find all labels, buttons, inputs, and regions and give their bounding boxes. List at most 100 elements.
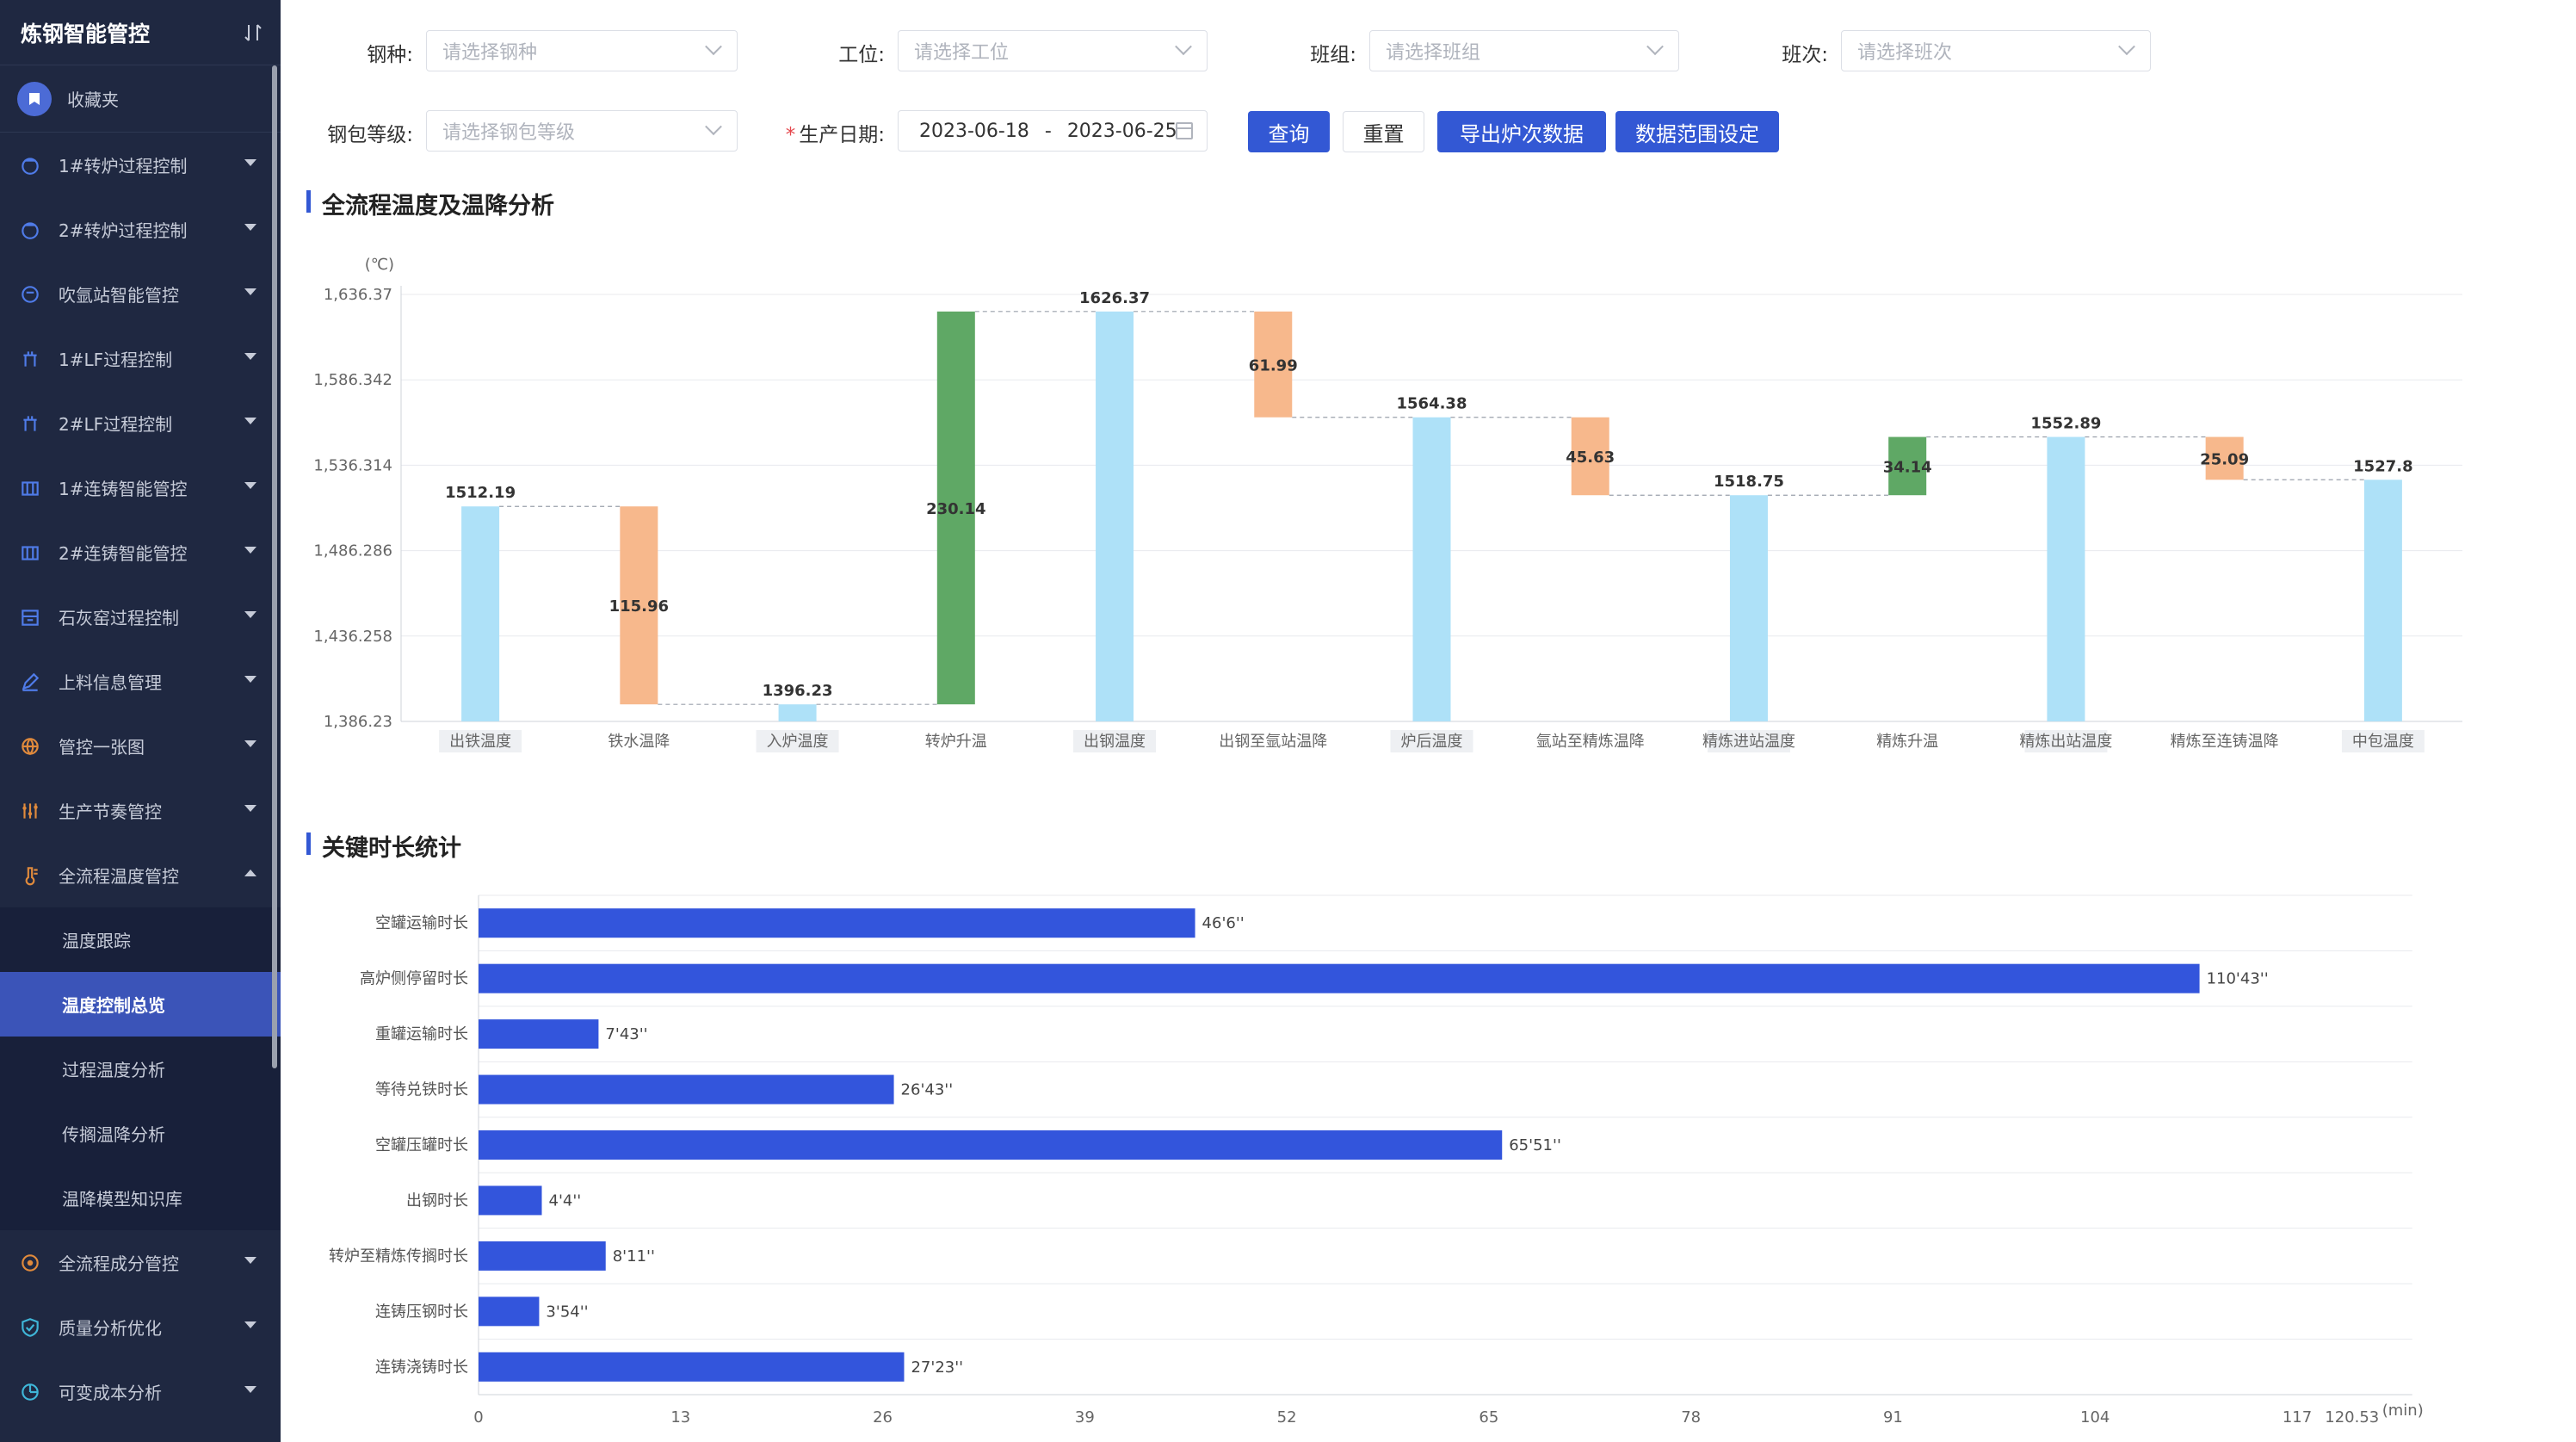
duration-bar[interactable]	[479, 963, 2200, 993]
temperature-waterfall-chart: (℃) 1,386.23 1,436.258 1,486.286 1,536.314 1,…	[313, 256, 2462, 752]
duration-bar[interactable]	[479, 1352, 905, 1382]
y-tick-label: 1,386.23	[324, 713, 392, 731]
caret-down-icon	[244, 740, 256, 747]
sidebar-item[interactable]: 2#LF过程控制	[0, 391, 281, 455]
sidebar-item-label: 2#LF过程控制	[59, 414, 173, 435]
sidebar-item-label: 1#转炉过程控制	[59, 156, 188, 176]
export-heats-button[interactable]: 导出炉次数据	[1437, 111, 1606, 152]
y-tick-label: 重罐运输时长	[375, 1025, 468, 1043]
sidebar-item-label: 上料信息管理	[59, 672, 162, 693]
x-tick-label: 出铁温度	[449, 733, 511, 751]
required-mark: *	[785, 124, 796, 146]
duration-bar[interactable]	[479, 1074, 894, 1105]
steel-grade-placeholder: 请选择钢种	[442, 42, 538, 64]
waterfall-bar[interactable]	[1096, 311, 1134, 721]
chevron-down-icon	[705, 38, 722, 56]
team-select[interactable]: 请选择班组	[1369, 30, 1679, 71]
sidebar-subitem[interactable]: 温度跟踪	[0, 907, 281, 972]
bar-value-label: 1552.89	[2030, 415, 2101, 433]
waterfall-bar[interactable]	[461, 506, 500, 721]
sidebar-item[interactable]: 1#LF过程控制	[0, 326, 281, 391]
duration-bar[interactable]	[479, 1185, 542, 1216]
sidebar-item[interactable]: 生产节奏管控	[0, 778, 281, 843]
sidebar-item[interactable]: 2#转炉过程控制	[0, 197, 281, 262]
production-date-label: * 生产日期:	[757, 118, 885, 147]
ladle-grade-select[interactable]: 请选择钢包等级	[426, 110, 738, 152]
pie-icon	[17, 1379, 43, 1405]
x-tick-label: 117	[2283, 1408, 2312, 1427]
sidebar-item[interactable]: 1#转炉过程控制	[0, 133, 281, 197]
reset-button[interactable]: 重置	[1343, 111, 1424, 152]
duration-bar[interactable]	[479, 1241, 606, 1271]
steel-grade-select[interactable]: 请选择钢种	[426, 30, 738, 71]
duration-bar[interactable]	[479, 1019, 599, 1049]
y-tick-label: 连铸浇铸时长	[375, 1358, 468, 1377]
y-tick-label: 空罐运输时长	[375, 914, 468, 932]
sidebar-scrollbar[interactable]	[272, 65, 277, 1068]
team-label: 班组:	[1310, 44, 1356, 66]
x-tick-label: 出钢温度	[1084, 733, 1146, 751]
x-axis-unit: (min)	[2382, 1402, 2424, 1420]
date-end[interactable]: 2023-06-25	[1067, 121, 1177, 142]
sidebar-item[interactable]: 吹氩站智能管控	[0, 262, 281, 326]
sidebar-item[interactable]: 上料信息管理	[0, 649, 281, 714]
date-range-picker[interactable]: 2023-06-18 - 2023-06-25	[898, 110, 1208, 152]
sidebar-item[interactable]: 全流程成分管控	[0, 1230, 281, 1295]
sidebar-subitem[interactable]: 温度控制总览	[0, 972, 281, 1037]
y-tick-label: 出钢时长	[406, 1191, 468, 1210]
collapse-toggle-icon[interactable]	[241, 21, 265, 45]
chevron-down-icon	[1646, 38, 1664, 56]
sidebar-item-label: 2#连铸智能管控	[59, 543, 188, 564]
chevron-down-icon	[705, 118, 722, 136]
y-tick-label: 转炉至精炼传搁时长	[329, 1247, 468, 1266]
waterfall-bar[interactable]	[2363, 480, 2402, 721]
x-tick-label: 中包温度	[2352, 733, 2414, 751]
data-range-button[interactable]: 数据范围设定	[1615, 111, 1779, 152]
temperature-analysis-title: 全流程温度及温降分析	[306, 187, 554, 220]
x-tick-label: 精炼进站温度	[1702, 733, 1795, 751]
x-tick-label: 铁水温降	[608, 733, 670, 751]
sidebar-item[interactable]: 2#连铸智能管控	[0, 520, 281, 585]
sidebar-submenu: 温度跟踪 温度控制总览 过程温度分析 传搁温降分析 温降模型知识库	[0, 907, 281, 1230]
app-title: 炼钢智能管控	[21, 21, 151, 46]
sidebar-subitem[interactable]: 过程温度分析	[0, 1037, 281, 1101]
query-button[interactable]: 查询	[1248, 111, 1330, 152]
date-start[interactable]: 2023-06-18	[919, 121, 1029, 142]
bar-value-label: 61.99	[1249, 356, 1298, 374]
sidebar-menu: 1#转炉过程控制 2#转炉过程控制 吹氩站智能管控 1#LF过程控制 2#LF过程控制 1…	[0, 133, 281, 1424]
sidebar-subitem[interactable]: 温降模型知识库	[0, 1166, 281, 1230]
waterfall-bar[interactable]	[1412, 417, 1451, 721]
caret-up-icon	[244, 870, 256, 876]
caret-down-icon	[244, 353, 256, 360]
sidebar-item[interactable]: 管控一张图	[0, 714, 281, 778]
kiln-icon	[17, 604, 43, 630]
duration-bar[interactable]	[479, 1297, 540, 1327]
sidebar-item[interactable]: 全流程温度管控	[0, 843, 281, 907]
sidebar-item-label: 全流程成分管控	[59, 1253, 179, 1274]
y-tick-label: 1,436.258	[313, 628, 392, 646]
x-tick-label: 104	[2080, 1408, 2110, 1427]
duration-bar[interactable]	[479, 908, 1195, 938]
bar-value-label: 26'43''	[901, 1081, 954, 1099]
sidebar-item-favorites[interactable]: 收藏夹	[0, 65, 281, 133]
sidebar-item-label: 收藏夹	[67, 90, 119, 110]
caster-icon	[17, 540, 43, 566]
waterfall-bar[interactable]	[1729, 495, 1768, 721]
shift-select[interactable]: 请选择班次	[1841, 30, 2151, 71]
sidebar-item[interactable]: 石灰窑过程控制	[0, 585, 281, 649]
duration-bar[interactable]	[479, 1130, 1503, 1160]
caret-down-icon	[244, 482, 256, 489]
caret-down-icon	[244, 611, 256, 618]
sidebar-subitem[interactable]: 传搁温降分析	[0, 1101, 281, 1166]
waterfall-bar[interactable]	[2047, 436, 2085, 721]
sidebar-item[interactable]: 1#连铸智能管控	[0, 455, 281, 520]
waterfall-bar[interactable]	[778, 704, 817, 721]
x-tick-label: 91	[1883, 1408, 1903, 1427]
station-select[interactable]: 请选择工位	[898, 30, 1208, 71]
ladle-grade-label: 钢包等级:	[327, 124, 413, 146]
y-tick-label: 1,636.37	[324, 286, 392, 304]
sidebar-item[interactable]: 质量分析优化	[0, 1295, 281, 1359]
sidebar-item[interactable]: 可变成本分析	[0, 1359, 281, 1424]
steel-grade-label: 钢种:	[367, 44, 413, 66]
composition-icon	[17, 1250, 43, 1276]
